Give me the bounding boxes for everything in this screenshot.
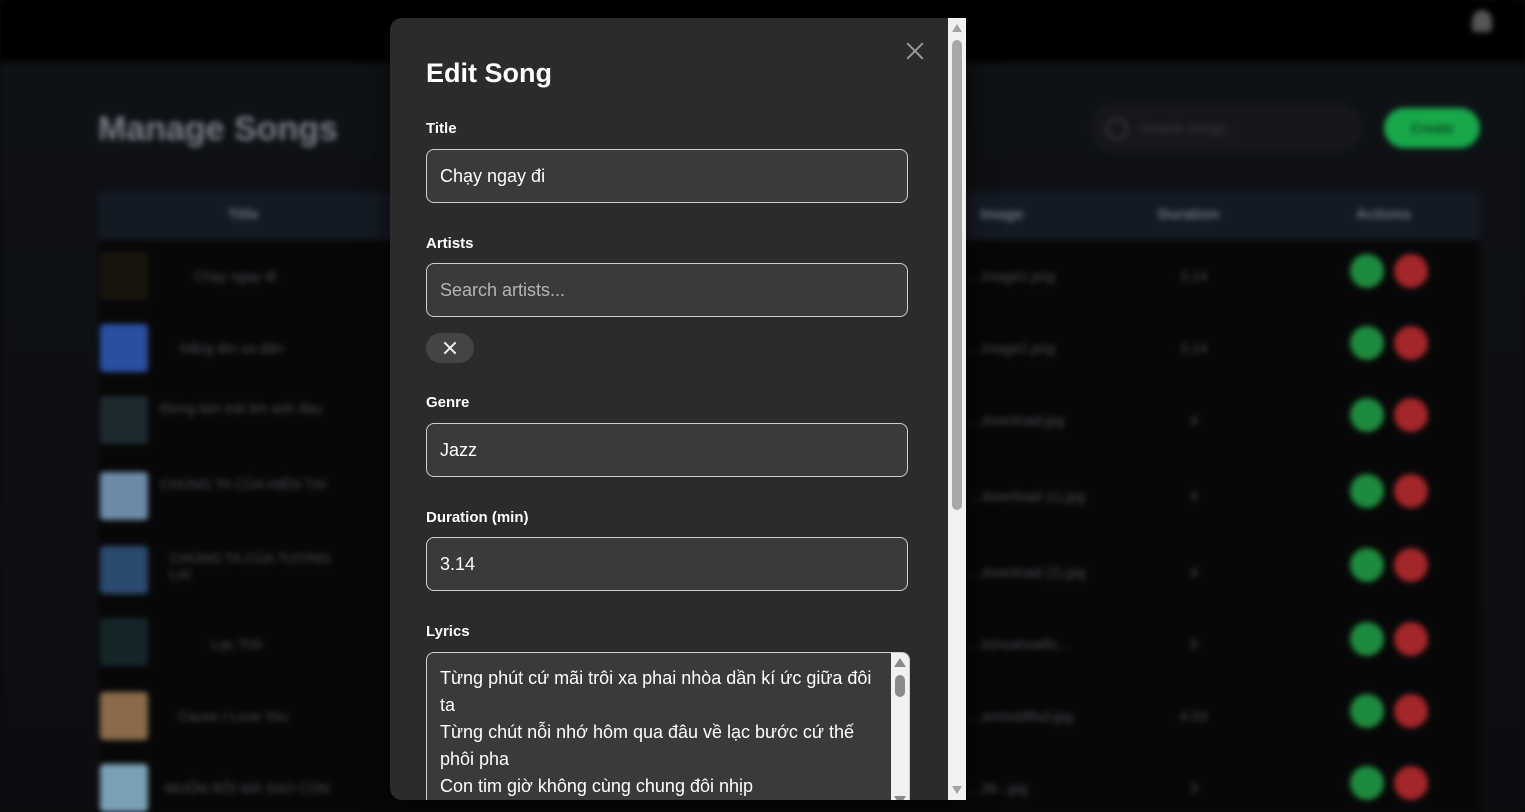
create-button[interactable]: Create	[1384, 108, 1480, 148]
artists-search-input[interactable]	[426, 263, 908, 317]
song-title: Chạy ngay đi	[194, 268, 276, 284]
song-title: Lạc Trôi	[212, 636, 262, 652]
user-icon[interactable]	[1472, 10, 1492, 32]
column-header-title: Title	[228, 206, 259, 223]
edit-button[interactable]	[1350, 398, 1384, 432]
search-icon	[1106, 118, 1128, 140]
edit-button[interactable]	[1350, 254, 1384, 288]
song-thumbnail	[100, 252, 148, 300]
lyrics-label: Lyrics	[426, 623, 470, 640]
delete-button[interactable]	[1394, 474, 1428, 508]
lyrics-textarea[interactable]: Từng phút cứ mãi trôi xa phai nhòa dần k…	[426, 652, 910, 800]
page-title: Manage Songs	[98, 110, 338, 148]
song-duration: 4	[1190, 412, 1198, 428]
delete-button[interactable]	[1394, 398, 1428, 432]
search-placeholder: Search songs...	[1140, 120, 1238, 136]
scroll-down-arrow-icon[interactable]	[952, 786, 962, 794]
artists-label: Artists	[426, 235, 474, 252]
edit-button[interactable]	[1350, 622, 1384, 656]
scroll-down-arrow-icon[interactable]	[894, 796, 906, 800]
song-title: MUỘN RỒI MÀ SAO CÒN	[165, 780, 330, 796]
delete-button[interactable]	[1394, 254, 1428, 288]
column-header-duration: Duration	[1158, 206, 1220, 223]
song-image: ...download (2).jpg	[970, 564, 1086, 580]
artist-chip	[426, 333, 474, 363]
edit-button[interactable]	[1350, 766, 1384, 800]
genre-input[interactable]	[426, 423, 908, 477]
song-image: ...download (1).jpg	[970, 488, 1086, 504]
delete-button[interactable]	[1394, 622, 1428, 656]
edit-button[interactable]	[1350, 548, 1384, 582]
scrollbar-thumb[interactable]	[952, 40, 962, 510]
song-thumbnail	[100, 324, 148, 372]
song-duration: 3.14	[1180, 268, 1208, 284]
title-input[interactable]	[426, 149, 908, 203]
edit-song-modal: Edit Song Title Artists Genre Duration (…	[390, 18, 966, 800]
scroll-up-arrow-icon[interactable]	[894, 658, 906, 667]
song-duration: 3	[1190, 780, 1198, 796]
song-title: Cause I Love You	[178, 708, 288, 724]
song-image: ...98...jpg	[970, 780, 1028, 796]
close-icon[interactable]	[904, 40, 926, 62]
song-duration: 5	[1190, 636, 1198, 652]
song-title: CHÚNG TA CỦA TƯƠNG LAI	[170, 550, 331, 582]
song-duration: 4	[1190, 564, 1198, 580]
scroll-up-arrow-icon[interactable]	[952, 24, 962, 32]
song-thumbnail	[100, 692, 148, 740]
delete-button[interactable]	[1394, 548, 1428, 582]
delete-button[interactable]	[1394, 326, 1428, 360]
song-duration: 4.53	[1180, 708, 1208, 724]
delete-button[interactable]	[1394, 694, 1428, 728]
song-image: ...image2.png	[970, 340, 1055, 356]
song-title: Nắng ấm xa dần	[180, 340, 283, 356]
edit-button[interactable]	[1350, 474, 1384, 508]
song-thumbnail	[100, 472, 148, 520]
duration-input[interactable]	[426, 537, 908, 591]
lyrics-text: Từng phút cứ mãi trôi xa phai nhòa dần k…	[440, 668, 872, 796]
song-thumbnail	[100, 546, 148, 594]
song-thumbnail	[100, 764, 148, 812]
scrollbar-thumb[interactable]	[895, 675, 905, 697]
song-image: ...anmuldflud.jpg	[970, 708, 1073, 724]
song-image: ...download.jpg	[970, 412, 1065, 428]
lyrics-scrollbar[interactable]	[891, 653, 909, 800]
close-icon[interactable]	[443, 341, 457, 355]
edit-button[interactable]	[1350, 326, 1384, 360]
song-title: CHÚNG TA CỦA HIỆN TẠI	[160, 476, 327, 492]
modal-scrollbar[interactable]	[948, 18, 966, 800]
edit-button[interactable]	[1350, 694, 1384, 728]
modal-title: Edit Song	[426, 58, 552, 88]
song-duration: 3.14	[1180, 340, 1208, 356]
song-thumbnail	[100, 618, 148, 666]
column-header-actions: Actions	[1356, 206, 1412, 223]
title-label: Title	[426, 120, 457, 137]
delete-button[interactable]	[1394, 766, 1428, 800]
duration-label: Duration (min)	[426, 509, 529, 526]
song-thumbnail	[100, 396, 148, 444]
genre-label: Genre	[426, 394, 470, 411]
song-duration: 4	[1190, 488, 1198, 504]
song-title: Đừng làm trái tim anh đau	[160, 400, 322, 416]
song-image: ...itshoahoaflo...	[970, 636, 1069, 652]
song-image: ...image1.png	[970, 268, 1055, 284]
column-header-image: Image	[980, 206, 1024, 223]
